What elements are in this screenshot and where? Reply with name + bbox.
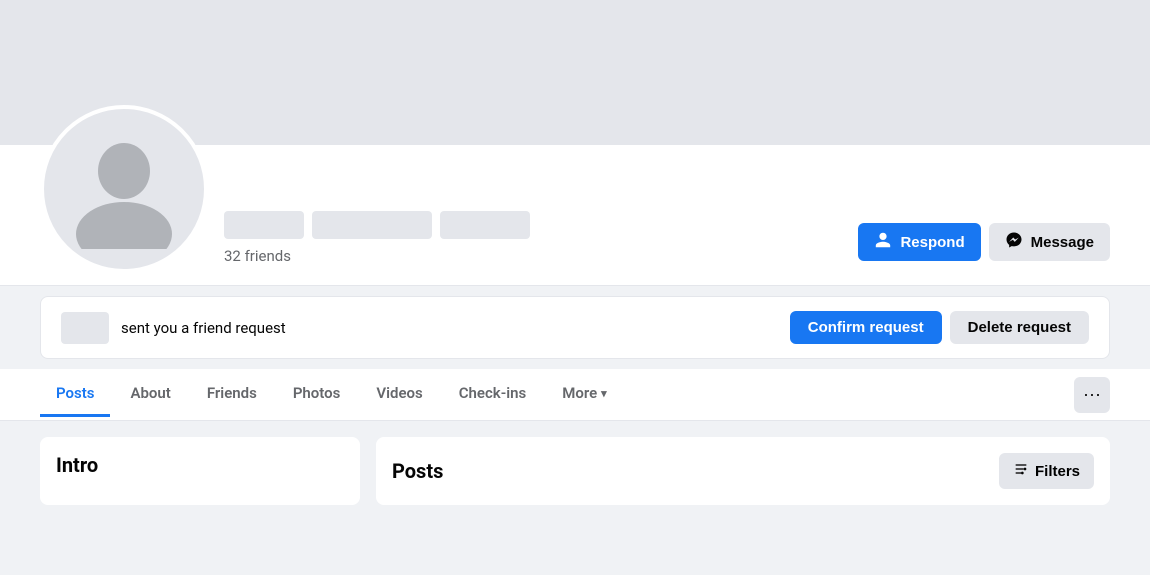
respond-button[interactable]: Respond <box>858 223 980 261</box>
tab-photos[interactable]: Photos <box>277 372 357 417</box>
tab-posts[interactable]: Posts <box>40 372 110 417</box>
profile-info: 32 friends <box>224 203 858 273</box>
friend-request-actions: Confirm request Delete request <box>790 311 1089 344</box>
avatar <box>40 105 208 273</box>
name-block-2 <box>312 211 432 239</box>
more-chevron-icon: ▾ <box>601 387 607 400</box>
message-button[interactable]: Message <box>989 223 1110 261</box>
posts-card-title: Posts <box>392 459 443 483</box>
bottom-section: Intro Posts Filters <box>0 421 1150 521</box>
filters-label: Filters <box>1035 463 1080 480</box>
message-label: Message <box>1031 234 1094 251</box>
intro-card-title: Intro <box>56 453 344 477</box>
friend-request-text: sent you a friend request <box>121 319 778 337</box>
intro-card: Intro <box>40 437 360 505</box>
tab-about[interactable]: About <box>114 372 186 417</box>
delete-request-button[interactable]: Delete request <box>950 311 1089 344</box>
profile-actions: Respond Message <box>858 223 1110 273</box>
name-block-1 <box>224 211 304 239</box>
ellipsis-icon: ··· <box>1083 384 1101 405</box>
avatar-silhouette <box>44 109 204 269</box>
friend-req-avatar <box>61 312 109 344</box>
tab-videos[interactable]: Videos <box>360 372 438 417</box>
tab-friends[interactable]: Friends <box>191 372 273 417</box>
name-placeholder <box>224 211 858 239</box>
tabs-list: Posts About Friends Photos Videos Check-… <box>40 372 1066 417</box>
avatar-wrapper <box>40 105 208 273</box>
name-block-3 <box>440 211 530 239</box>
filters-icon <box>1013 461 1029 481</box>
respond-icon <box>874 231 892 253</box>
confirm-request-button[interactable]: Confirm request <box>790 311 942 344</box>
friends-count: 32 friends <box>224 247 858 265</box>
respond-label: Respond <box>900 234 964 251</box>
tab-checkins[interactable]: Check-ins <box>443 372 542 417</box>
profile-section: 32 friends Respond Message <box>0 145 1150 286</box>
tab-more[interactable]: More ▾ <box>546 372 622 417</box>
friend-request-banner: sent you a friend request Confirm reques… <box>40 296 1110 359</box>
profile-nav: Posts About Friends Photos Videos Check-… <box>0 369 1150 421</box>
more-options-button[interactable]: ··· <box>1074 377 1110 413</box>
messenger-icon <box>1005 231 1023 253</box>
filters-button[interactable]: Filters <box>999 453 1094 489</box>
posts-card: Posts Filters <box>376 437 1110 505</box>
